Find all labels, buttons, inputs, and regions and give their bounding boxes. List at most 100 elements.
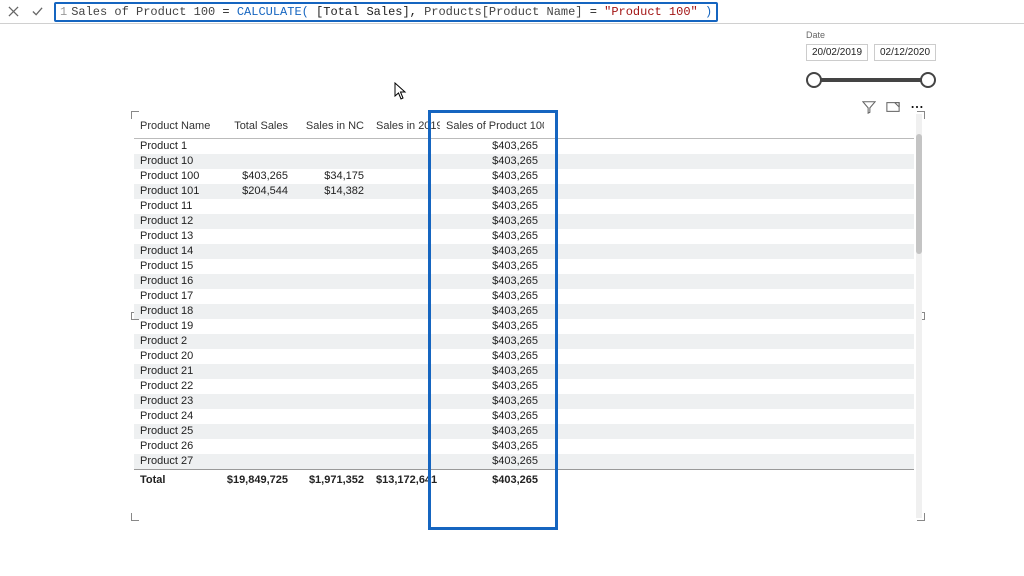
cell-nc [294,424,370,439]
totals-label: Total [134,469,212,491]
cancel-formula-icon[interactable] [6,5,20,19]
cell-nc [294,334,370,349]
cell-p100: $403,265 [440,154,544,169]
slider-knob-end[interactable] [920,72,936,88]
cell-p100: $403,265 [440,169,544,184]
table-row[interactable]: Product 24$403,265 [134,409,914,424]
cell-product-name: Product 20 [134,349,212,364]
table-row[interactable]: Product 23$403,265 [134,394,914,409]
totals-row: Total $19,849,725 $1,971,352 $13,172,641… [134,469,914,491]
cell-total [212,199,294,214]
table-row[interactable]: Product 25$403,265 [134,424,914,439]
cell-p100: $403,265 [440,439,544,454]
cell-product-name: Product 13 [134,229,212,244]
cell-total [212,138,294,154]
cell-p100: $403,265 [440,454,544,470]
cell-total [212,334,294,349]
cell-nc [294,244,370,259]
cell-p100: $403,265 [440,379,544,394]
cell-p100: $403,265 [440,184,544,199]
cell-nc [294,259,370,274]
col-header-total-sales[interactable]: Total Sales [212,114,294,138]
slider-knob-start[interactable] [806,72,822,88]
date-range-slider[interactable] [806,69,936,91]
cell-total [212,319,294,334]
commit-formula-icon[interactable] [30,5,44,19]
table-row[interactable]: Product 16$403,265 [134,274,914,289]
table-row[interactable]: Product 1$403,265 [134,138,914,154]
cell-product-name: Product 27 [134,454,212,470]
cell-y19 [370,439,440,454]
table-row[interactable]: Product 26$403,265 [134,439,914,454]
cell-nc: $14,382 [294,184,370,199]
cell-total [212,424,294,439]
cell-y19 [370,454,440,470]
table-row[interactable]: Product 20$403,265 [134,349,914,364]
cell-nc [294,349,370,364]
table-visual[interactable]: Product Name Total Sales Sales in NC Sal… [132,112,924,520]
cell-product-name: Product 17 [134,289,212,304]
cell-y19 [370,169,440,184]
cell-total [212,439,294,454]
cell-y19 [370,319,440,334]
cell-y19 [370,424,440,439]
totals-y19: $13,172,641 [370,469,440,491]
table-row[interactable]: Product 10$403,265 [134,154,914,169]
cell-y19 [370,349,440,364]
table-row[interactable]: Product 27 $403,265 [134,454,914,470]
cell-y19 [370,244,440,259]
formula-input[interactable]: 1 Sales of Product 100 = CALCULATE( [Tot… [54,2,718,22]
table-row[interactable]: Product 14$403,265 [134,244,914,259]
table-row[interactable]: Product 19$403,265 [134,319,914,334]
date-from-input[interactable]: 20/02/2019 [806,44,868,61]
table-row[interactable]: Product 15$403,265 [134,259,914,274]
table-row[interactable]: Product 13 $403,265 [134,229,914,244]
table-row[interactable]: Product 2$403,265 [134,334,914,349]
cell-nc [294,138,370,154]
formula-func: CALCULATE [237,5,302,19]
cell-nc [294,379,370,394]
data-table: Product Name Total Sales Sales in NC Sal… [134,114,914,491]
cell-total [212,394,294,409]
col-header-sales-p100[interactable]: Sales of Product 100 [440,114,544,138]
cell-total [212,409,294,424]
col-header-sales-nc[interactable]: Sales in NC [294,114,370,138]
cell-product-name: Product 25 [134,424,212,439]
mouse-cursor-icon [394,82,408,100]
cell-nc [294,199,370,214]
table-row[interactable]: Product 21$403,265 [134,364,914,379]
cell-y19 [370,409,440,424]
cell-y19 [370,184,440,199]
cell-product-name: Product 12 [134,214,212,229]
table-row[interactable]: Product 18$403,265 [134,304,914,319]
col-header-sales-2019[interactable]: Sales in 2019 [370,114,440,138]
cell-p100: $403,265 [440,244,544,259]
date-slicer[interactable]: Date 20/02/2019 02/12/2020 [806,30,936,91]
col-header-product-name[interactable]: Product Name [134,114,212,138]
table-row[interactable]: Product 101$204,544$14,382$403,265 [134,184,914,199]
cell-product-name: Product 18 [134,304,212,319]
cell-total [212,214,294,229]
cell-product-name: Product 15 [134,259,212,274]
totals-p100: $403,265 [440,469,544,491]
cell-y19 [370,364,440,379]
table-row[interactable]: Product 12$403,265 [134,214,914,229]
table-row[interactable]: Product 11$403,265 [134,199,914,214]
cell-total [212,349,294,364]
date-to-input[interactable]: 02/12/2020 [874,44,936,61]
cell-total [212,454,294,470]
cell-total [212,229,294,244]
scrollbar-thumb[interactable] [916,134,922,254]
cell-total: $204,544 [212,184,294,199]
cell-y19 [370,289,440,304]
cell-nc [294,394,370,409]
cell-total [212,154,294,169]
table-row[interactable]: Product 17$403,265 [134,289,914,304]
formula-measure-name: Sales of Product 100 [71,5,215,19]
cell-p100: $403,265 [440,229,544,244]
table-row[interactable]: Product 100$403,265$34,175$403,265 [134,169,914,184]
cell-product-name: Product 100 [134,169,212,184]
cell-product-name: Product 19 [134,319,212,334]
table-row[interactable]: Product 22$403,265 [134,379,914,394]
vertical-scrollbar[interactable] [916,114,922,518]
